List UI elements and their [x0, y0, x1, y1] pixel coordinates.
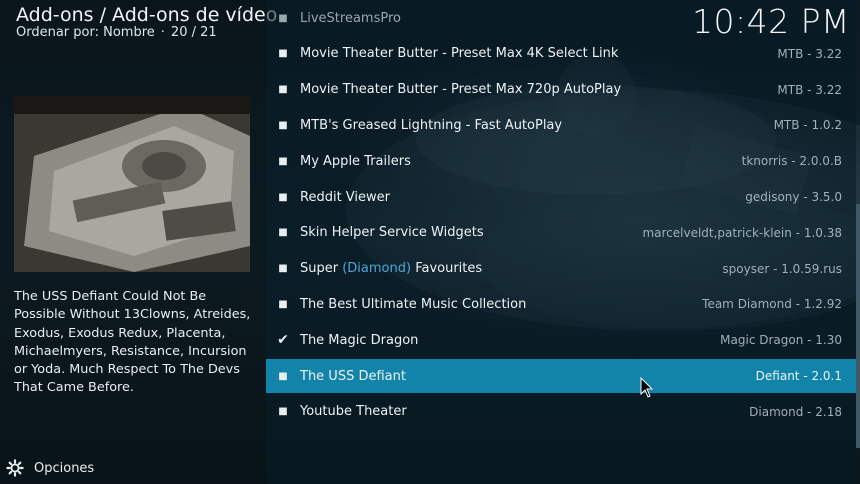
bullet-icon: ■	[278, 370, 288, 382]
list-item-title-highlight: (Diamond)	[342, 261, 412, 277]
list-item-selected[interactable]: ■ The USS Defiant Defiant - 2.0.1	[266, 359, 856, 393]
list-item[interactable]: ■ The Best Ultimate Music Collection Team …	[266, 287, 856, 321]
list-item-title-text: LiveStreamsPro	[300, 10, 401, 26]
sort-separator: ·	[160, 25, 165, 40]
list-item-title-text: MTB's Greased Lightning - Fast AutoPlay	[300, 117, 563, 133]
bullet-icon: ■	[278, 12, 288, 24]
list-item-version: Defiant - 2.0.1	[755, 369, 842, 383]
bullet-icon: ■	[278, 298, 288, 310]
bullet-icon: ■	[278, 84, 288, 96]
list-item[interactable]: ■ Skin Helper Service Widgets marcelveldt,…	[266, 216, 856, 250]
list-item[interactable]: ■ Movie Theater Butter - Preset Max 720p …	[266, 73, 856, 107]
list-item-title-text: Youtube Theater	[300, 404, 407, 420]
list-item-title-text: Movie Theater Butter - Preset Max 720p A…	[300, 82, 622, 98]
addon-list: ■ LiveStreamsPro ■ Movie Theater Butter - P…	[266, 0, 856, 484]
list-item-title-text: The USS Defiant	[300, 368, 406, 384]
mouse-cursor	[640, 377, 654, 398]
list-item-title: The Best Ultimate Music Collection	[300, 297, 702, 312]
addon-description: The USS Defiant Could Not Be Possible Wi…	[14, 289, 251, 396]
bullet-icon: ■	[278, 155, 288, 167]
list-item-title: The USS Defiant	[300, 369, 756, 384]
list-item[interactable]: ■ My Apple Trailers tknorris - 2.0.0.B	[266, 144, 856, 178]
list-item-version: MTB - 1.0.2	[773, 118, 842, 133]
addon-thumbnail	[14, 96, 250, 272]
item-position: 20 / 21	[170, 25, 217, 40]
list-item[interactable]: ■ Movie Theater Butter - Preset Max 4K Se…	[266, 37, 856, 71]
list-item-title-text: Reddit Viewer	[300, 189, 390, 205]
list-item-version: MTB - 3.22	[777, 46, 842, 61]
scrollbar[interactable]	[856, 204, 860, 448]
list-item-title-text: Skin Helper Service Widgets	[300, 225, 484, 241]
list-item-title: Reddit Viewer	[300, 190, 745, 205]
list-item-title: Movie Theater Butter - Preset Max 720p A…	[300, 82, 777, 97]
list-item-version: spoyser - 1.0.59.rus	[722, 261, 842, 276]
bullet-icon: ■	[278, 227, 288, 239]
bullet-icon: ■	[278, 48, 288, 60]
list-item[interactable]: ■ Youtube Theater Diamond - 2.18	[266, 395, 856, 429]
list-item-title-text: The Magic Dragon	[300, 332, 419, 348]
bullet-icon: ■	[278, 406, 288, 418]
list-item[interactable]: ■ Reddit Viewer gedisony - 3.5.0	[266, 180, 856, 214]
list-item[interactable]: ■ Super (Diamond) Favourites spoyser - 1.0…	[266, 252, 856, 286]
list-item-title: My Apple Trailers	[300, 154, 742, 169]
bullet-icon: ■	[278, 191, 288, 203]
list-item-title-text: Super	[300, 261, 343, 277]
list-item-version: marcelveldt,patrick-klein - 1.0.38	[642, 225, 842, 240]
sort-label: Ordenar por: Nombre	[16, 25, 155, 40]
list-item-title: Super (Diamond) Favourites	[300, 261, 722, 276]
list-item-title: Youtube Theater	[300, 404, 749, 419]
list-item[interactable]: ■ MTB's Greased Lightning - Fast AutoPlay…	[266, 108, 856, 142]
list-item-title: The Magic Dragon	[300, 333, 720, 348]
list-item-title: Skin Helper Service Widgets	[300, 225, 642, 240]
bullet-icon: ■	[278, 263, 288, 275]
checkmark-icon: ✔	[277, 332, 289, 349]
list-item-version: tknorris - 2.0.0.B	[741, 154, 842, 169]
list-item[interactable]: ✔ The Magic Dragon Magic Dragon - 1.30	[266, 323, 856, 357]
list-item-title-text: Movie Theater Butter - Preset Max 4K Sel…	[300, 46, 619, 62]
gear-icon	[6, 459, 24, 477]
options-button[interactable]: Opciones	[6, 458, 94, 478]
bullet-icon: ■	[278, 119, 288, 131]
list-item-title-text: My Apple Trailers	[300, 153, 411, 169]
sort-info[interactable]: Ordenar por: Nombre · 20 / 21	[16, 25, 217, 40]
list-item-version: MTB - 3.22	[777, 82, 842, 97]
list-item-title: Movie Theater Butter - Preset Max 4K Sel…	[300, 46, 777, 61]
clock: 10:42 PM	[692, 2, 850, 41]
list-item-title: MTB's Greased Lightning - Fast AutoPlay	[300, 118, 774, 133]
list-item-title-text: The Best Ultimate Music Collection	[300, 296, 527, 312]
list-item-version: Magic Dragon - 1.30	[720, 333, 842, 348]
list-item-title-suffix: Favourites	[411, 261, 483, 277]
options-label: Opciones	[34, 460, 95, 476]
list-item-version: Diamond - 2.18	[749, 404, 842, 419]
breadcrumb: Add-ons / Add-ons de vídeo	[16, 4, 278, 26]
list-item-version: gedisony - 3.5.0	[745, 190, 842, 204]
list-item-version: Team Diamond - 1.2.92	[702, 297, 842, 312]
